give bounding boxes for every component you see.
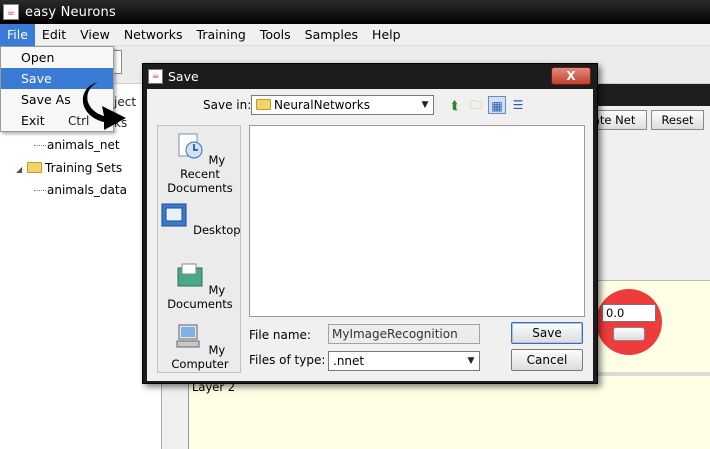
menu-training[interactable]: Training	[190, 24, 253, 46]
collapse-icon[interactable]: ◢	[16, 165, 24, 174]
place-recent-documents[interactable]: My Recent Documents	[158, 132, 242, 195]
tree-item-label: animals_net	[47, 138, 120, 152]
save-in-label: Save in:	[203, 98, 252, 112]
dialog-title: Save	[168, 68, 199, 84]
menu-bar: File Edit View Networks Training Tools S…	[0, 23, 710, 46]
neuron-button[interactable]	[613, 327, 645, 341]
menu-item-open[interactable]: Open	[1, 47, 113, 68]
file-name-input[interactable]: MyImageRecognition	[328, 324, 480, 344]
menu-tools[interactable]: Tools	[253, 24, 298, 46]
folder-icon	[27, 162, 42, 173]
tree-item-network[interactable]: animals_net	[34, 138, 120, 152]
places-bar: My Recent Documents Desktop My Documents	[157, 125, 241, 373]
project-tree: animals_net ◢ Training Sets animals_data	[0, 84, 162, 449]
menu-file[interactable]: File	[0, 23, 35, 46]
close-button[interactable]: X	[551, 67, 591, 85]
my-computer-icon	[176, 324, 200, 348]
tree-item-data[interactable]: animals_data	[34, 183, 127, 197]
tree-item-training-sets[interactable]: ◢ Training Sets	[16, 161, 122, 175]
desktop-icon	[161, 203, 187, 227]
file-name-label: File name:	[249, 328, 311, 342]
tree-item-label: Training Sets	[45, 161, 123, 175]
menu-networks[interactable]: Networks	[117, 24, 190, 46]
tree-connector	[34, 145, 46, 146]
place-label: Desktop	[193, 223, 241, 237]
save-in-dropdown[interactable]: NeuralNetworks ▼	[251, 95, 434, 115]
place-desktop[interactable]: Desktop	[158, 202, 242, 237]
neuron[interactable]	[596, 289, 662, 355]
folder-icon	[256, 99, 271, 110]
list-view-icon[interactable]: ▦	[488, 96, 506, 114]
app-icon: ☕	[148, 68, 163, 84]
save-dialog: ☕ Save X Save in: NeuralNetworks ▼ ⮬ 🗀 ▦…	[142, 63, 598, 384]
menu-edit[interactable]: Edit	[35, 24, 73, 46]
details-view-icon[interactable]: ☰	[509, 96, 527, 114]
place-my-computer[interactable]: My Computer	[158, 322, 242, 371]
neuron-value-field[interactable]: 0.0	[602, 304, 656, 322]
curved-arrow-icon	[82, 82, 126, 130]
menu-samples[interactable]: Samples	[298, 24, 365, 46]
tree-item-label: animals_data	[47, 183, 127, 197]
menu-help[interactable]: Help	[365, 24, 408, 46]
chevron-down-icon: ▼	[467, 356, 475, 366]
save-button[interactable]: Save	[511, 322, 583, 344]
menu-view[interactable]: View	[73, 24, 117, 46]
window-title: easy Neurons	[25, 4, 116, 20]
files-of-type-label: Files of type:	[249, 353, 326, 367]
chevron-down-icon: ▼	[421, 100, 429, 110]
title-bar: ☕ easy Neurons	[0, 0, 710, 24]
files-of-type-value: .nnet	[333, 354, 365, 368]
files-of-type-dropdown[interactable]: .nnet ▼	[328, 351, 480, 371]
tree-connector	[34, 190, 46, 191]
up-folder-icon[interactable]: ⮬	[446, 96, 464, 114]
app-icon: ☕	[3, 4, 19, 20]
save-in-value: NeuralNetworks	[274, 98, 370, 112]
dialog-title-bar: ☕ Save X	[143, 64, 597, 88]
new-folder-icon[interactable]: 🗀	[467, 96, 485, 114]
reset-button[interactable]: Reset	[651, 110, 704, 130]
dialog-body: Save in: NeuralNetworks ▼ ⮬ 🗀 ▦ ☰ My Rec…	[147, 89, 593, 381]
cancel-button[interactable]: Cancel	[511, 349, 583, 371]
place-my-documents[interactable]: My Documents	[158, 262, 242, 311]
my-documents-icon	[177, 263, 203, 287]
recent-documents-icon	[178, 133, 203, 159]
file-list[interactable]	[249, 125, 585, 317]
